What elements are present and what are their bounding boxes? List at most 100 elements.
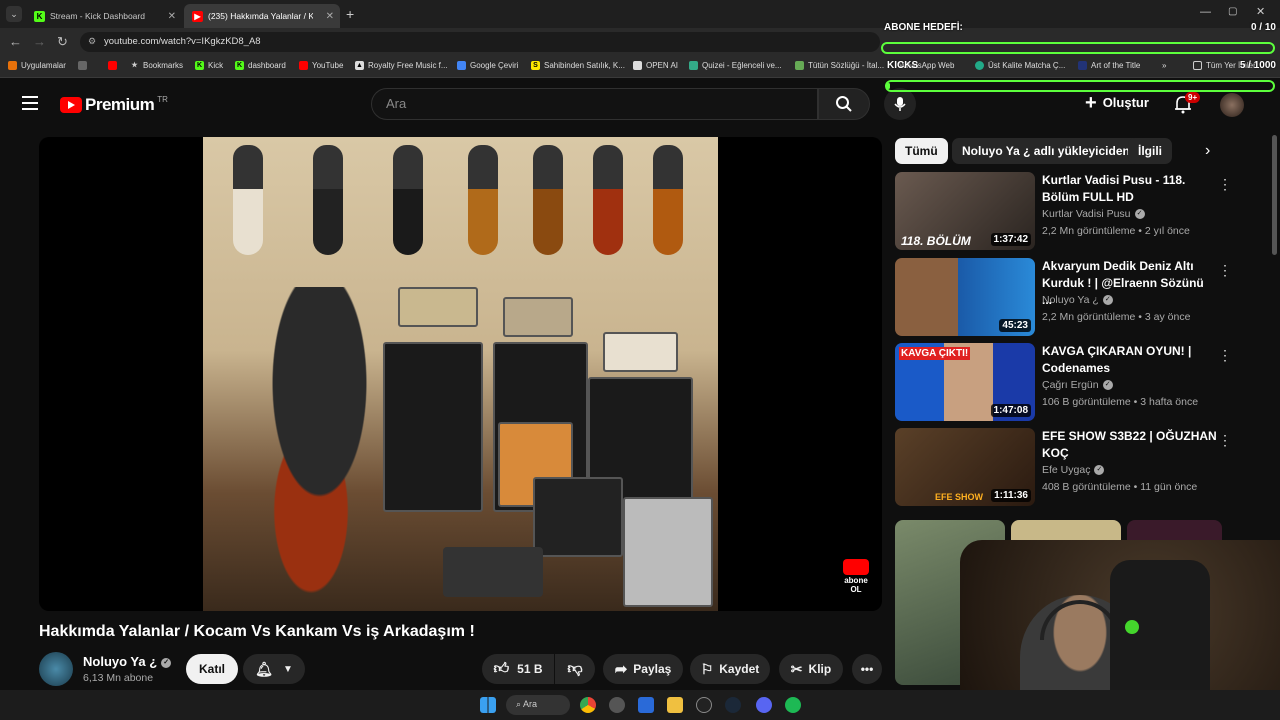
save-button[interactable]: ⚐ Kaydet: [690, 654, 770, 684]
subscriber-goal-bar: [881, 42, 1275, 54]
share-arrow-icon: ➦: [614, 661, 628, 678]
kicks-goal-fill: [887, 83, 890, 89]
subscription-bell-button[interactable]: 🔔︎ ▼: [243, 654, 305, 684]
recommendation-item[interactable]: EFE SHOW 1:11:36 EFE SHOW S3B22 | OĞUZHA…: [895, 428, 1265, 510]
scissors-icon: ✂: [790, 660, 803, 677]
discord-icon[interactable]: [756, 697, 772, 713]
youtube-play-icon: [843, 559, 869, 575]
channel-name[interactable]: Noluyo Ya ¿ ✓: [83, 654, 172, 669]
quiz-icon: [689, 61, 698, 70]
video-frame-guitar-room: [203, 137, 718, 611]
search-button[interactable]: [818, 88, 870, 120]
like-button[interactable]: 👍︎ 51 B: [482, 654, 554, 684]
steam-icon[interactable]: [725, 697, 741, 713]
verified-icon: ✓: [1134, 209, 1145, 220]
share-button[interactable]: ➦ Paylaş: [603, 654, 683, 684]
chip-all[interactable]: Tümü: [895, 138, 948, 164]
bookmark-kick[interactable]: K Kick: [195, 61, 223, 70]
chip-related[interactable]: İlgili: [1128, 138, 1172, 164]
video-player[interactable]: abone OL: [39, 137, 882, 611]
video-thumbnail[interactable]: KAVGA ÇIKTI! 1:47:08: [895, 343, 1035, 421]
kick-favicon-icon: K: [34, 10, 45, 22]
search-icon: [836, 96, 852, 112]
music-icon: ▲: [355, 61, 364, 70]
guitarist-figure: [243, 287, 413, 607]
maximize-window-button[interactable]: ▢: [1228, 6, 1237, 17]
more-actions-button[interactable]: •••: [852, 654, 882, 684]
video-thumbnail[interactable]: EFE SHOW 1:11:36: [895, 428, 1035, 506]
site-info-icon[interactable]: ⚙: [88, 36, 96, 47]
subscribe-watermark[interactable]: abone OL: [839, 559, 873, 594]
more-vertical-icon[interactable]: ⋮: [1218, 176, 1232, 193]
bookmark-youtube-red[interactable]: [108, 61, 121, 70]
close-tab-icon[interactable]: ✕: [326, 11, 334, 22]
taskbar-search[interactable]: ⌕ Ara: [506, 695, 570, 715]
video-thumbnail[interactable]: 45:23: [895, 258, 1035, 336]
bell-icon: 🔔︎: [255, 660, 273, 677]
bookmark-quizei[interactable]: Quizei - Eğlenceli ve...: [689, 61, 782, 70]
join-button[interactable]: Katıl: [186, 654, 238, 684]
thumbs-down-icon: 👎︎: [567, 660, 583, 677]
tab-youtube-video[interactable]: ▶ (235) Hakkımda Yalanlar / K ✕: [184, 4, 340, 28]
more-vertical-icon[interactable]: ⋮: [1218, 432, 1232, 449]
minimize-window-button[interactable]: —: [1200, 6, 1211, 18]
chip-from-uploader[interactable]: Noluyo Ya ¿ adlı yükleyiciden: [952, 138, 1140, 164]
subscriber-count: 6,13 Mn abone: [83, 672, 154, 684]
more-vertical-icon[interactable]: ⋮: [1218, 347, 1232, 364]
store-icon[interactable]: [638, 697, 654, 713]
bookmark-royalty-music[interactable]: ▲ Royalty Free Music f...: [355, 61, 448, 70]
stream-goal-overlay: ABONE HEDEFİ: 0 / 10 KICKS 5 / 1000: [880, 18, 1280, 98]
bookmark-sahibinden[interactable]: S Sahibinden Satılık, K...: [531, 61, 625, 70]
razer-logo-icon: [1125, 620, 1139, 634]
more-vertical-icon[interactable]: ⋮: [1218, 262, 1232, 279]
windows-start-icon[interactable]: [480, 697, 496, 713]
star-icon: ★: [131, 62, 138, 69]
close-window-button[interactable]: ✕: [1256, 5, 1265, 18]
menu-hamburger-icon[interactable]: [22, 96, 38, 110]
clip-button[interactable]: ✂ Klip: [779, 654, 843, 684]
reload-icon[interactable]: ↻: [57, 34, 68, 50]
chips-next-chevron-icon[interactable]: ›: [1205, 142, 1210, 160]
bookmark-dashboard[interactable]: Kdashboard: [235, 61, 286, 70]
close-tab-icon[interactable]: ✕: [168, 11, 176, 22]
video-thumbnail[interactable]: 118. BÖLÜM 1:37:42: [895, 172, 1035, 250]
channel-avatar[interactable]: [39, 652, 73, 686]
youtube-logo[interactable]: Premium TR: [60, 95, 168, 115]
url-bar[interactable]: ⚙ youtube.com/watch?v=IKgkzKD8_A8: [80, 32, 880, 52]
subscriber-goal-label: ABONE HEDEFİ:: [884, 22, 963, 33]
search-input[interactable]: Ara: [371, 88, 818, 120]
chrome-icon[interactable]: [580, 697, 596, 713]
verified-icon: ✓: [1102, 380, 1113, 391]
recommendation-item[interactable]: KAVGA ÇIKTI! 1:47:08 KAVGA ÇIKARAN OYUN!…: [895, 343, 1265, 425]
sidebar-scrollbar[interactable]: [1272, 135, 1277, 255]
kicks-goal-label: KICKS: [887, 60, 919, 71]
bookmark-openai[interactable]: OPEN AI: [633, 61, 678, 70]
chevron-down-icon: ▼: [282, 663, 293, 675]
new-tab-button[interactable]: +: [346, 6, 354, 22]
apps-grid-icon: [8, 61, 17, 70]
recommendation-item[interactable]: 118. BÖLÜM 1:37:42 Kurtlar Vadisi Pusu -…: [895, 172, 1265, 254]
bookmark-grid[interactable]: [78, 61, 91, 70]
tab-search-icon[interactable]: ⌄: [6, 6, 22, 22]
bookmark-apps[interactable]: Uygulamalar: [8, 61, 66, 70]
search-icon: ⌕: [516, 699, 524, 709]
verified-icon: ✓: [1094, 465, 1105, 476]
spotify-icon[interactable]: [785, 697, 801, 713]
youtube-play-icon: [60, 97, 82, 113]
obs-icon[interactable]: [696, 697, 712, 713]
file-explorer-icon[interactable]: [667, 697, 683, 713]
forward-arrow-icon[interactable]: →: [33, 34, 46, 49]
back-arrow-icon[interactable]: ←: [9, 34, 22, 49]
bookmark-youtube[interactable]: YouTube: [299, 61, 343, 70]
kick-icon: K: [195, 61, 204, 70]
bookmark-google-translate[interactable]: Google Çeviri: [457, 61, 518, 70]
dislike-button[interactable]: 👎︎: [555, 654, 595, 684]
tab-kick-dashboard[interactable]: K Stream - Kick Dashboard ✕: [26, 4, 182, 28]
settings-icon[interactable]: [609, 697, 625, 713]
bookmark-bookmarks[interactable]: ★ Bookmarks: [130, 61, 183, 70]
video-title: Hakkımda Yalanlar / Kocam Vs Kankam Vs i…: [39, 623, 475, 640]
bookmark-icon: ⚐: [700, 660, 714, 677]
taskbar: ⌕ Ara: [0, 690, 1280, 720]
recommendation-item[interactable]: 45:23 Akvaryum Dedik Deniz Altı Kurduk !…: [895, 258, 1265, 340]
bookmark-tutun[interactable]: Tütün Sözlüğü - İtal...: [795, 61, 884, 70]
